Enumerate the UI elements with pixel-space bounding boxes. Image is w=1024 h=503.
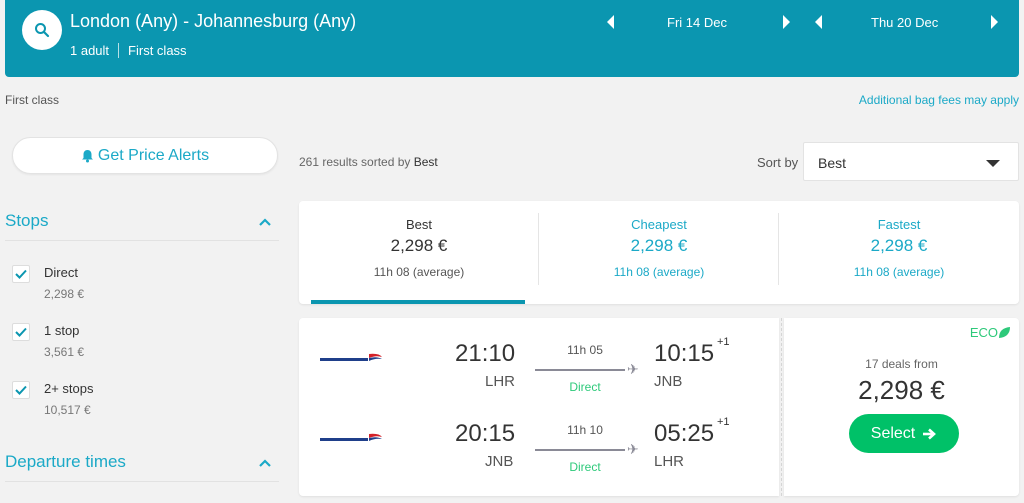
price-panel: ECO 17 deals from 2,298 € Select: [784, 318, 1019, 496]
trip-meta[interactable]: 1 adult First class: [70, 43, 187, 58]
tab-duration: 11h 08 (average): [853, 265, 945, 279]
check-icon: [15, 327, 27, 337]
tab-fastest[interactable]: Fastest 2,298 € 11h 08 (average): [779, 201, 1019, 304]
departure-airport: JNB: [485, 453, 514, 470]
return-date[interactable]: Thu 20 Dec: [871, 15, 938, 30]
departure-time: 21:10: [455, 340, 516, 367]
stop-price: 10,517 €: [44, 403, 91, 417]
check-icon: [15, 385, 27, 395]
checkbox[interactable]: [12, 265, 30, 283]
stops-filter-title[interactable]: Stops: [5, 211, 48, 231]
prev-date-icon[interactable]: [815, 15, 822, 29]
tab-best[interactable]: Best 2,298 € 11h 08 (average): [299, 201, 539, 304]
tab-price: 2,298 €: [870, 236, 928, 255]
sort-tabs: Best 2,298 € 11h 08 (average) Cheapest 2…: [299, 201, 1019, 304]
checkbox[interactable]: [12, 323, 30, 341]
plane-icon: ✈: [627, 361, 639, 377]
stop-price: 3,561 €: [44, 345, 85, 359]
british-airways-logo: [320, 353, 382, 361]
day-offset: +1: [717, 336, 730, 348]
tab-price: 2,298 €: [390, 236, 448, 255]
check-icon: [15, 269, 27, 279]
price-alerts-button[interactable]: Get Price Alerts: [12, 137, 278, 174]
divider: [5, 481, 279, 482]
eco-badge[interactable]: ECO: [970, 325, 1011, 340]
divider: [118, 43, 120, 58]
tab-price: 2,298 €: [630, 236, 688, 255]
route-title[interactable]: London (Any) - Johannesburg (Any): [70, 11, 356, 32]
results-count-text: 261 results sorted by: [299, 155, 411, 169]
arrival-time: 10:15: [654, 340, 715, 367]
return-date-picker: Thu 20 Dec: [813, 13, 1008, 33]
tab-duration: 11h 08 (average): [613, 265, 705, 279]
deals-count: 17 deals from: [865, 357, 938, 371]
arrival-airport: JNB: [654, 373, 683, 390]
leg-duration: 11h 05: [567, 343, 603, 357]
arrival-airport: LHR: [654, 453, 685, 470]
bell-icon: [81, 149, 93, 162]
search-button[interactable]: [22, 10, 62, 50]
passengers-label: 1 adult: [70, 43, 110, 58]
british-airways-logo: [320, 433, 382, 441]
bag-fees-link[interactable]: Additional bag fees may apply: [859, 93, 1019, 107]
active-tab-indicator: [311, 300, 525, 304]
select-label: Select: [870, 424, 916, 442]
tab-duration: 11h 08 (average): [373, 265, 465, 279]
tab-cheapest[interactable]: Cheapest 2,298 € 11h 08 (average): [539, 201, 779, 304]
results-count: 261 results sorted by Best: [299, 155, 438, 169]
stop-label: Direct: [44, 265, 78, 280]
price-alerts-label: Get Price Alerts: [97, 146, 210, 164]
stop-label: 1 stop: [44, 323, 80, 338]
plane-icon: ✈: [627, 441, 639, 457]
flight-result-card[interactable]: 21:10 LHR 11h 05 ✈ Direct 10:15 +1 JNB 2…: [299, 318, 1019, 496]
arrival-time: 05:25: [654, 420, 715, 447]
sort-value: Best: [818, 155, 847, 171]
departure-times-filter-title[interactable]: Departure times: [5, 452, 126, 472]
itinerary-panel[interactable]: 21:10 LHR 11h 05 ✈ Direct 10:15 +1 JNB 2…: [299, 318, 779, 496]
outbound-date[interactable]: Fri 14 Dec: [667, 15, 727, 30]
price: 2,298 €: [858, 375, 945, 405]
prev-date-icon[interactable]: [607, 15, 614, 29]
search-icon: [35, 23, 50, 38]
eco-label: ECO: [969, 325, 998, 340]
checkbox[interactable]: [12, 381, 30, 399]
stops-type: Direct: [569, 380, 601, 394]
route-line: [535, 449, 625, 451]
search-header: London (Any) - Johannesburg (Any) 1 adul…: [5, 0, 1019, 77]
tab-name: Fastest: [877, 217, 921, 232]
next-date-icon[interactable]: [783, 15, 790, 29]
divider: [5, 240, 279, 241]
day-offset: +1: [717, 416, 730, 428]
tab-name: Best: [405, 217, 432, 232]
select-button[interactable]: Select: [849, 414, 959, 453]
chevron-up-icon[interactable]: [259, 216, 271, 228]
departure-time: 20:15: [455, 420, 516, 447]
arrow-right-icon: [923, 428, 937, 439]
tab-name: Cheapest: [631, 217, 687, 232]
cabin-class-label: First class: [5, 93, 59, 107]
stop-price: 2,298 €: [44, 287, 85, 301]
results-sorted-by: Best: [413, 155, 438, 169]
chevron-down-icon: [986, 160, 1000, 167]
sort-dropdown[interactable]: Best: [803, 142, 1019, 181]
outbound-date-picker: Fri 14 Dec: [605, 13, 800, 33]
sort-label: Sort by: [757, 155, 799, 170]
divider: [781, 318, 782, 496]
next-date-icon[interactable]: [991, 15, 998, 29]
cabin-label: First class: [128, 43, 187, 58]
route-line: [535, 369, 625, 371]
leaf-icon: [999, 327, 1010, 338]
departure-airport: LHR: [485, 373, 516, 390]
chevron-up-icon[interactable]: [259, 457, 271, 469]
stops-type: Direct: [569, 460, 601, 474]
stop-label: 2+ stops: [44, 381, 94, 396]
leg-duration: 11h 10: [567, 423, 603, 437]
